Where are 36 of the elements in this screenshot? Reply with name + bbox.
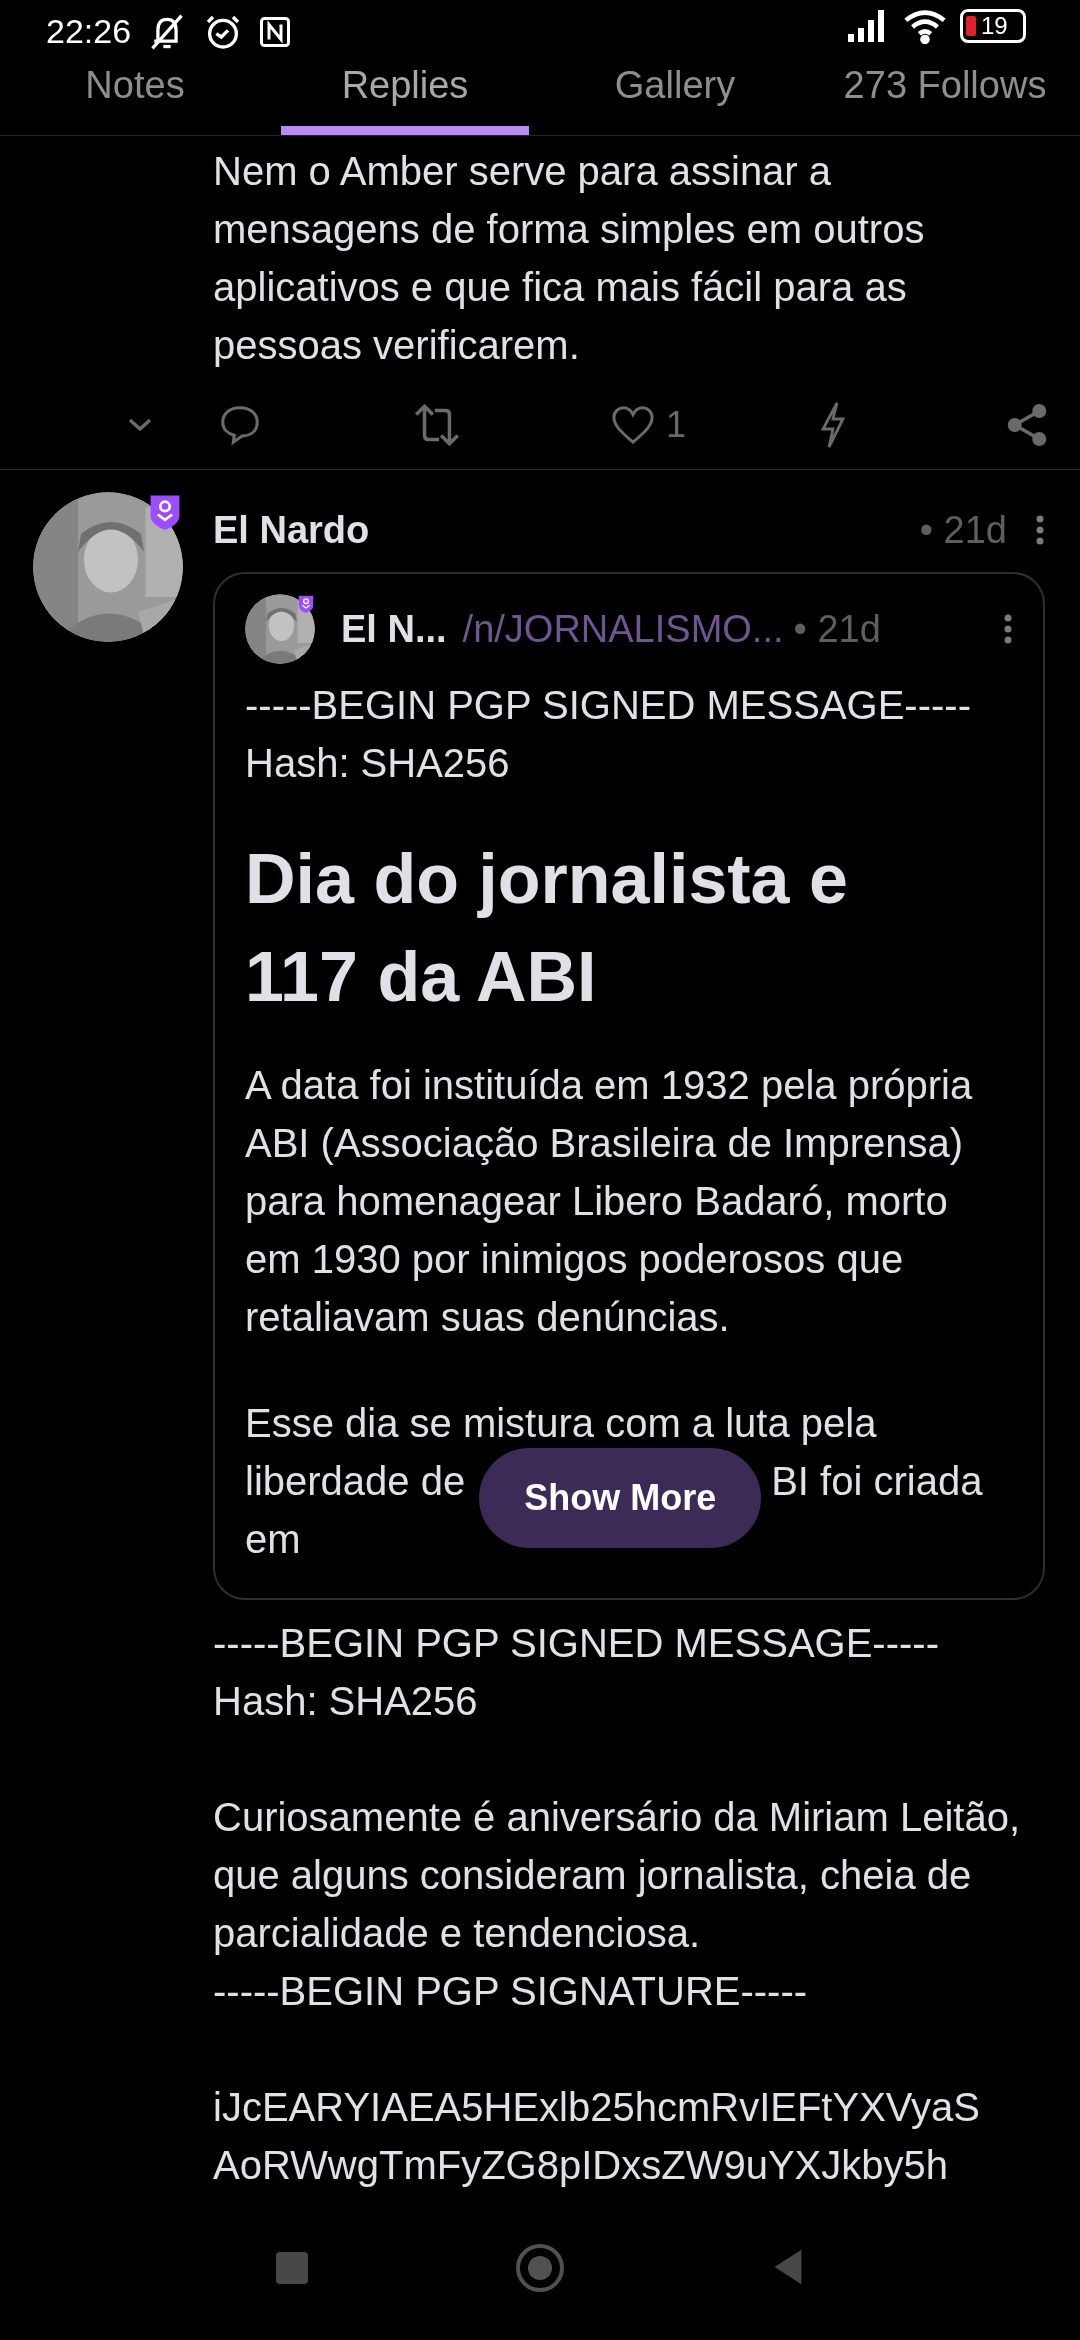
message-line: iJcEARYIAEA5HExlb25hcmRvIEFtYXVyaS [213, 2084, 981, 2131]
share-icon[interactable] [1006, 402, 1048, 447]
wifi-icon [902, 8, 948, 44]
more-icon[interactable] [1035, 513, 1045, 547]
message-line: Hash: SHA256 [245, 740, 511, 787]
tab[interactable]: Notes [0, 50, 270, 135]
tab[interactable]: Gallery [540, 50, 810, 135]
lightning-icon[interactable] [818, 400, 848, 449]
article-line: liberdade de [245, 1458, 466, 1505]
author-name[interactable]: El Nardo [213, 501, 920, 559]
badge-icon [297, 594, 315, 614]
heart-icon[interactable] [610, 403, 656, 446]
home-icon[interactable] [514, 2242, 566, 2294]
message-line: -----BEGIN PGP SIGNED MESSAGE----- [213, 1620, 940, 1667]
message-line: -----BEGIN PGP SIGNED MESSAGE----- [245, 682, 972, 729]
show-more-button[interactable]: Show More [479, 1448, 762, 1548]
post-time: • 21d [919, 507, 1007, 553]
article-title: Dia do jornalista e 117 da ABI [245, 839, 849, 1018]
post-time: • 21d [793, 606, 882, 652]
like-count: 1 [666, 402, 687, 447]
message-line: Hash: SHA256 [213, 1678, 479, 1725]
article-line: BI foi criada [771, 1458, 983, 1505]
article-line: em [245, 1516, 302, 1563]
reply-text: Nem o Amber serve para assinar a mensagens de forma simples em outros aplicativos e que fica mais fácil para as pessoas verificarem. [213, 148, 926, 369]
clock: 22:26 [46, 11, 132, 52]
article-line: Esse dia se mistura com a luta pela [245, 1400, 878, 1447]
message-line: AoRWwgTmFyZG8pIDxsZW9uYXJkby5h [213, 2142, 949, 2189]
author-name[interactable]: El N... [341, 600, 447, 658]
battery-indicator: 19 [960, 9, 1026, 43]
quoted-note[interactable] [213, 572, 1045, 1600]
tab[interactable]: 273 Follows [810, 50, 1080, 135]
tab[interactable]: Replies [270, 50, 540, 135]
message-line: -----BEGIN PGP SIGNATURE----- [213, 1968, 809, 2015]
more-icon[interactable] [1003, 613, 1013, 645]
article-paragraph: A data foi instituída em 1932 pela própria ABI (Associação Brasileira de Imprensa) para homenagear Libero Badaró, morto em 1930 por inimigos poderosos que retaliavam suas denúncias. [245, 1062, 974, 1341]
message-line: Curiosamente é aniversário da Miriam Leitão, que alguns consideram jornalista, cheia de parcialidade e tendenciosa. [213, 1794, 1022, 1957]
